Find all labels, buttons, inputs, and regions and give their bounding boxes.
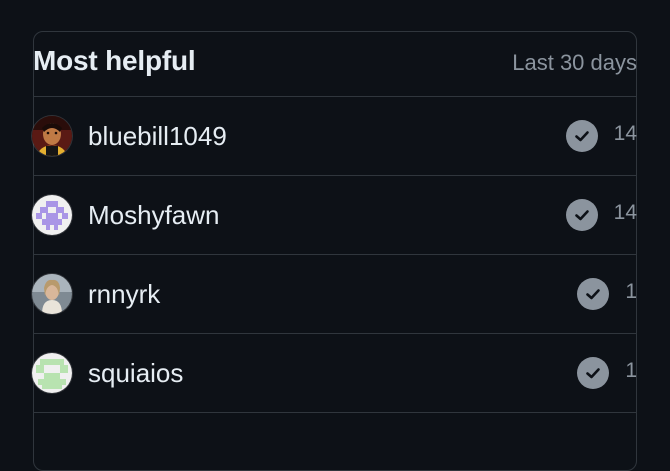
check-circle-icon	[577, 278, 610, 310]
photo-avatar-icon	[32, 116, 72, 156]
card-title: Most helpful	[33, 44, 196, 76]
check-circle-icon	[565, 120, 598, 152]
contributor-username[interactable]: rnnyrk	[88, 279, 577, 310]
list-item: rnnyrk 1	[32, 255, 637, 334]
check-circle-icon	[565, 199, 598, 231]
avatar[interactable]	[32, 195, 72, 235]
time-period-label: Last 30 days	[512, 50, 637, 75]
list-item: squiaios 1	[32, 334, 637, 413]
check-circle-icon	[577, 357, 610, 389]
answer-count: 1	[625, 280, 637, 303]
answer-count: 14	[613, 122, 637, 145]
contributor-username[interactable]: bluebill1049	[88, 121, 566, 152]
contributors-list: bluebill1049 14 Moshyfawn 14 rnnyrk 1 sq…	[32, 97, 637, 413]
identicon-green-icon	[32, 353, 72, 393]
avatar[interactable]	[32, 274, 72, 314]
avatar[interactable]	[32, 116, 72, 156]
contributor-username[interactable]: squiaios	[88, 358, 577, 389]
identicon-purple-icon	[32, 195, 72, 235]
card-header: Most helpful Last 30 days	[33, 40, 637, 97]
answer-count: 1	[625, 359, 637, 382]
contributor-username[interactable]: Moshyfawn	[88, 200, 566, 231]
list-item: Moshyfawn 14	[32, 176, 637, 255]
answer-count: 14	[613, 201, 637, 224]
list-item: bluebill1049 14	[32, 97, 637, 176]
avatar[interactable]	[32, 353, 72, 393]
photo-avatar-icon	[32, 274, 72, 314]
